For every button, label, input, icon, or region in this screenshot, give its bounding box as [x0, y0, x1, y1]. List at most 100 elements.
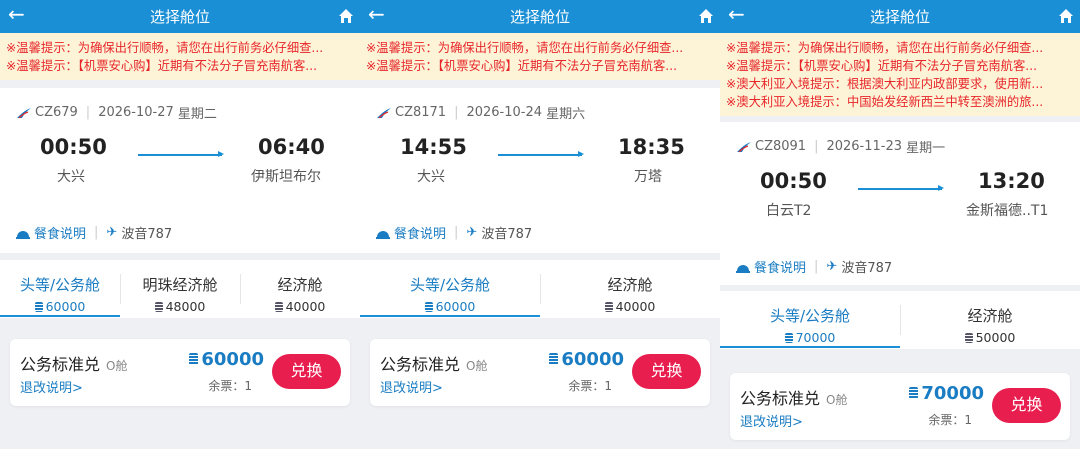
- tab-points: 48000: [165, 299, 206, 314]
- flight-arrow-icon: [138, 151, 224, 157]
- notice-line[interactable]: ※澳大利亚入境提示：中国始发经新西兰中转至澳洲的旅...: [726, 93, 1074, 111]
- flight-meta: 餐食说明 | ✈ 波音787: [16, 223, 172, 242]
- tab-economy[interactable]: 经济舱 40000: [240, 260, 360, 318]
- notice-line[interactable]: ※温馨提示：为确保出行顺畅，请您在出行前务必仔细查...: [366, 39, 714, 57]
- home-icon[interactable]: [698, 8, 714, 24]
- flight-info: CZ8171 | 2026-10-24 星期六 14:55 大兴 18:35 万…: [360, 88, 720, 253]
- arrival-city: 万塔: [634, 169, 662, 185]
- meal-info-link[interactable]: 餐食说明: [34, 223, 86, 242]
- top-bar: ← 选择舱位: [360, 0, 720, 33]
- divider: |: [85, 105, 91, 120]
- tab-pearl-economy[interactable]: 明珠经济舱 48000: [120, 260, 240, 318]
- departure-time: 00:50: [760, 169, 827, 193]
- flight-header: CZ8171 | 2026-10-24 星期六: [376, 103, 585, 122]
- departure-city: 大兴: [417, 169, 445, 185]
- tab-points: 40000: [615, 299, 656, 314]
- tab-label: 经济舱: [277, 276, 323, 294]
- plane-icon: ✈: [466, 225, 478, 240]
- cabin-class: O舱: [106, 359, 128, 373]
- fare-name: 公务标准兑: [20, 355, 101, 374]
- fare-name: 公务标准兑: [380, 355, 461, 374]
- notice-line[interactable]: ※温馨提示：【机票安心购】近期有不法分子冒充南航客...: [366, 57, 714, 75]
- screen-panel-2: ← 选择舱位 ※温馨提示：为确保出行顺畅，请您在出行前务必仔细查... ※温馨提…: [360, 0, 720, 449]
- fare-price: 60000: [201, 349, 264, 370]
- meal-icon: [376, 230, 390, 239]
- notice-line[interactable]: ※温馨提示：【机票安心购】近期有不法分子冒充南航客...: [6, 57, 354, 75]
- screen-panel-3: ← 选择舱位 ※温馨提示：为确保出行顺畅，请您在出行前务必仔细查... ※温馨提…: [720, 0, 1080, 449]
- points-icon: [964, 333, 973, 343]
- flight-arrow-icon: [498, 151, 584, 157]
- notice-line[interactable]: ※温馨提示：为确保出行顺畅，请您在出行前务必仔细查...: [726, 39, 1074, 57]
- flight-weekday: 星期二: [177, 107, 217, 122]
- flight-date: 2026-10-27: [98, 105, 174, 120]
- exchange-button[interactable]: 兑换: [632, 354, 701, 389]
- airline-logo-icon: [17, 107, 31, 118]
- tab-label: 头等/公务舱: [19, 276, 101, 294]
- divider: |: [814, 139, 819, 154]
- flight-date: 2026-11-23: [826, 139, 903, 154]
- divider: |: [454, 225, 459, 240]
- cabin-tabs: 头等/公务舱 60000 经济舱 40000: [360, 260, 720, 318]
- exchange-button[interactable]: 兑换: [992, 388, 1061, 423]
- tab-points: 40000: [285, 299, 326, 314]
- flight-meta: 餐食说明 | ✈ 波音787: [736, 257, 892, 276]
- flight-weekday: 星期一: [906, 141, 946, 156]
- arrival-time: 06:40: [258, 135, 325, 159]
- points-icon: [154, 302, 163, 312]
- page-title: 选择舱位: [149, 8, 210, 26]
- notice-line[interactable]: ※温馨提示：为确保出行顺畅，请您在出行前务必仔细查...: [6, 39, 354, 57]
- notice-line[interactable]: ※温馨提示：【机票安心购】近期有不法分子冒充南航客...: [726, 57, 1074, 75]
- cabin-class: O舱: [826, 393, 848, 407]
- tab-first-business[interactable]: 头等/公务舱 60000: [360, 260, 540, 318]
- tab-points: 70000: [795, 330, 836, 345]
- departure-time: 00:50: [40, 135, 107, 159]
- refund-rules-link[interactable]: 退改说明>: [380, 377, 443, 396]
- flight-number: CZ8091: [755, 139, 807, 154]
- tab-economy[interactable]: 经济舱 40000: [540, 260, 720, 318]
- meal-icon: [736, 264, 750, 273]
- fare-card: 公务标准兑 O舱 退改说明> 60000 余票：1 兑换: [10, 339, 350, 406]
- divider: |: [814, 259, 819, 274]
- aircraft-type: 波音787: [481, 227, 533, 242]
- points-icon: [34, 302, 43, 312]
- divider: |: [94, 225, 99, 240]
- aircraft-type: 波音787: [841, 261, 893, 276]
- refund-rules-link[interactable]: 退改说明>: [740, 411, 803, 430]
- points-icon: [784, 333, 793, 343]
- cabin-tabs: 头等/公务舱 70000 经济舱 50000: [720, 291, 1080, 349]
- home-icon[interactable]: [1058, 8, 1074, 24]
- seats-remaining: 余票：1: [928, 413, 972, 427]
- tab-label: 经济舱: [967, 307, 1013, 325]
- tab-points: 50000: [975, 330, 1016, 345]
- tab-points: 60000: [435, 299, 476, 314]
- fare-name: 公务标准兑: [740, 389, 821, 408]
- departure-city: 白云T2: [766, 203, 812, 219]
- meal-info-link[interactable]: 餐食说明: [754, 257, 806, 276]
- plane-icon: ✈: [106, 225, 118, 240]
- flight-header: CZ679 | 2026-10-27 星期二: [16, 103, 217, 122]
- flight-arrow-icon: [858, 185, 944, 191]
- notice-box: ※温馨提示：为确保出行顺畅，请您在出行前务必仔细查... ※温馨提示：【机票安心…: [360, 33, 720, 80]
- airline-logo-icon: [377, 107, 391, 118]
- refund-rules-link[interactable]: 退改说明>: [20, 377, 83, 396]
- notice-line[interactable]: ※澳大利亚入境提示：根据澳大利亚内政部要求，使用新...: [726, 75, 1074, 93]
- tab-label: 头等/公务舱: [769, 307, 851, 325]
- flight-number: CZ8171: [395, 105, 447, 120]
- tab-first-business[interactable]: 头等/公务舱 70000: [720, 291, 900, 349]
- points-icon: [274, 302, 283, 312]
- screen-panel-1: ← 选择舱位 ※温馨提示：为确保出行顺畅，请您在出行前务必仔细查... ※温馨提…: [0, 0, 360, 449]
- tab-first-business[interactable]: 头等/公务舱 60000: [0, 260, 120, 318]
- arrival-city: 伊斯坦布尔: [251, 169, 321, 185]
- arrival-time: 13:20: [978, 169, 1045, 193]
- page-title: 选择舱位: [869, 8, 930, 26]
- home-icon[interactable]: [338, 8, 354, 24]
- points-icon: [189, 353, 199, 365]
- meal-info-link[interactable]: 餐食说明: [394, 223, 446, 242]
- seats-remaining: 余票：1: [568, 379, 612, 393]
- exchange-button[interactable]: 兑换: [272, 354, 341, 389]
- points-icon: [549, 353, 559, 365]
- top-bar: ← 选择舱位: [720, 0, 1080, 33]
- flight-info: CZ679 | 2026-10-27 星期二 00:50 大兴 06:40 伊斯…: [0, 88, 360, 253]
- fare-card: 公务标准兑 O舱 退改说明> 70000 余票：1 兑换: [730, 373, 1070, 440]
- tab-economy[interactable]: 经济舱 50000: [900, 291, 1080, 349]
